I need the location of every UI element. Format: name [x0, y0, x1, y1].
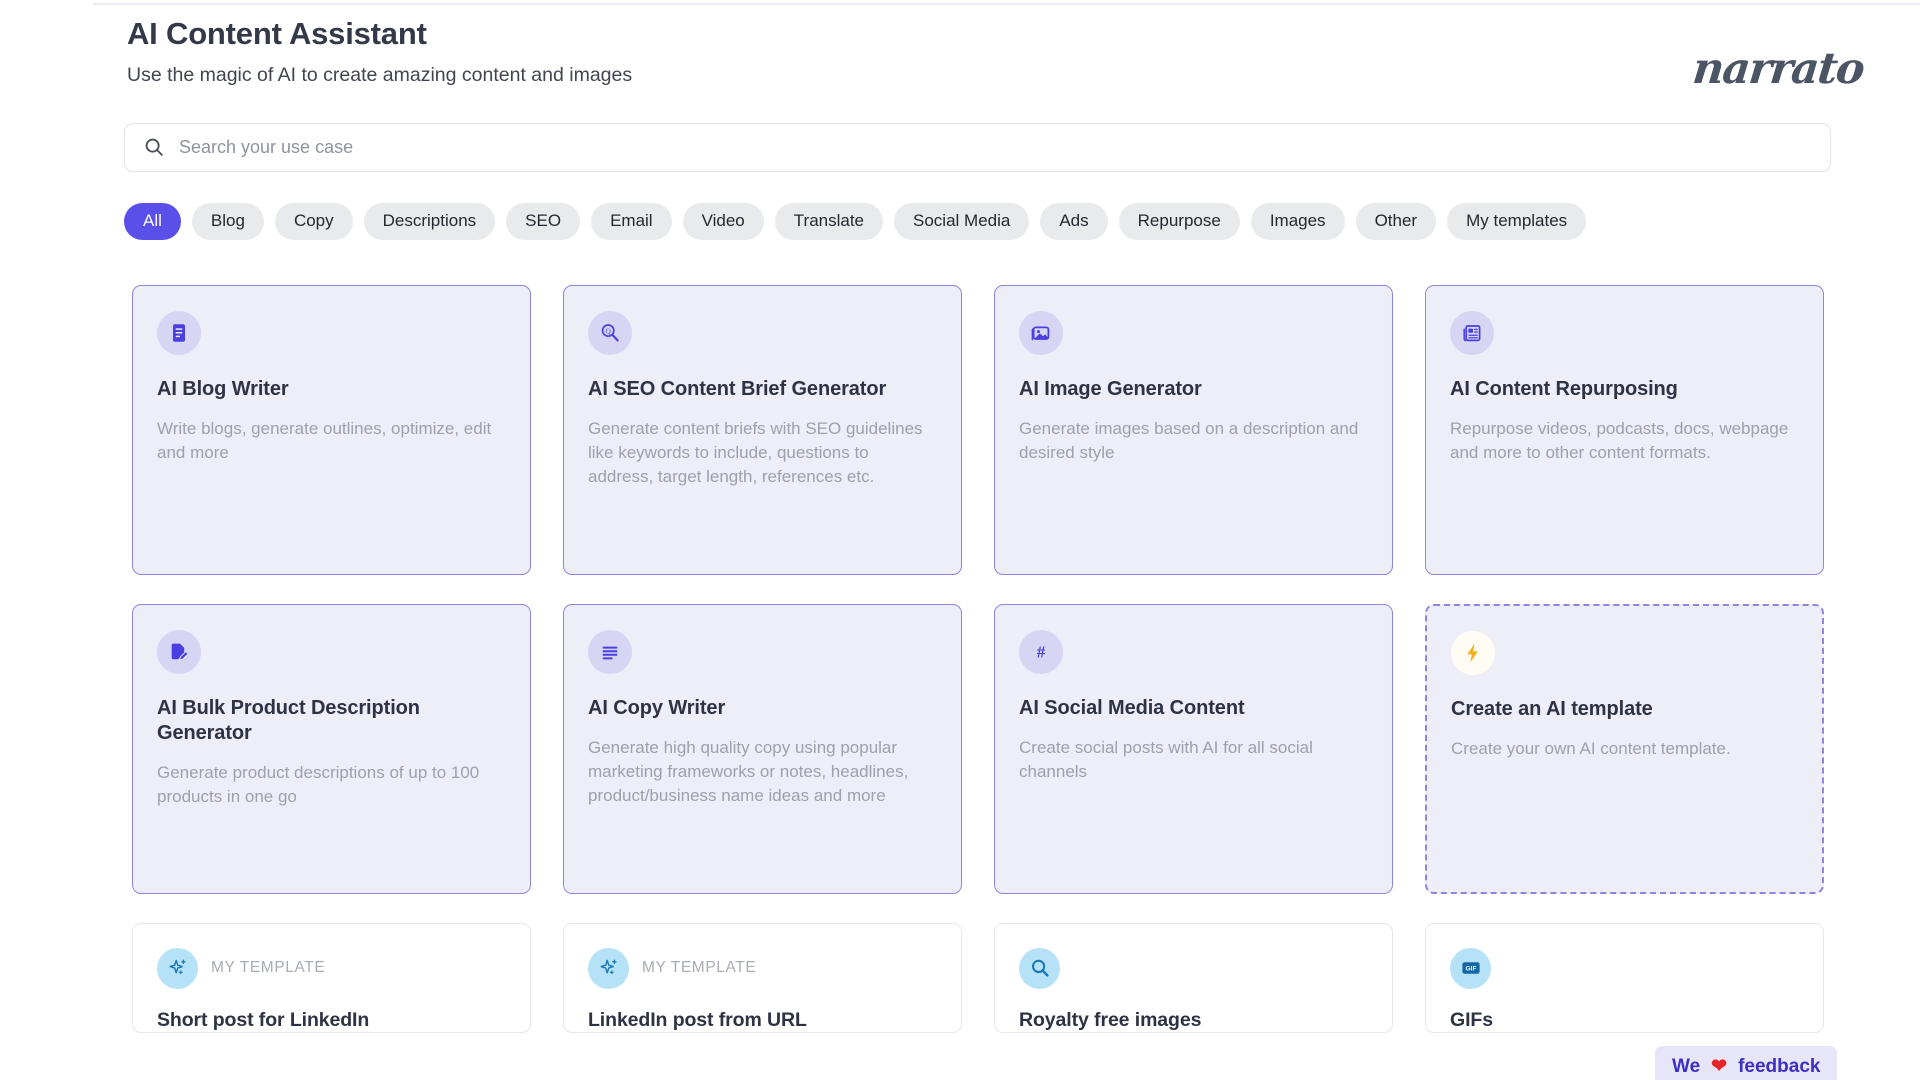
- my-template-card[interactable]: GIF GIFs: [1425, 922, 1824, 1033]
- filter-chip-blog[interactable]: Blog: [191, 202, 264, 240]
- filter-chip-translate[interactable]: Translate: [774, 202, 884, 240]
- filter-chip-seo[interactable]: SEO: [506, 202, 581, 240]
- card-title: AI Content Repurposing: [1450, 377, 1678, 400]
- filter-chip-video[interactable]: Video: [682, 202, 764, 240]
- my-template-badge: MY TEMPLATE: [211, 959, 326, 977]
- heart-icon: ❤: [1711, 1056, 1728, 1077]
- filter-chip-label: Copy: [293, 211, 334, 231]
- card-title: AI Bulk Product Description Generator: [157, 696, 420, 744]
- filter-chip-label: Blog: [210, 211, 245, 231]
- page-content: AI Content Assistant Use the magic of AI…: [0, 0, 1920, 1033]
- card-description: Create your own AI content template.: [1451, 738, 1731, 758]
- card-description: Generate content briefs with SEO guideli…: [588, 418, 923, 486]
- app-root: AI Content Assistant Use the magic of AI…: [0, 0, 1920, 1080]
- search-icon: [143, 136, 165, 158]
- filter-chip-label: SEO: [525, 211, 562, 231]
- feedback-button[interactable]: We ❤ feedback: [1655, 1046, 1838, 1080]
- feedback-prefix: We: [1672, 1055, 1701, 1077]
- filter-chip-label: Ads: [1059, 211, 1089, 231]
- lightning-bolt-icon: [1451, 630, 1495, 675]
- newspaper-icon: [1450, 310, 1494, 355]
- card-title: AI Image Generator: [1019, 377, 1202, 400]
- search-circle-icon: [1019, 947, 1060, 989]
- use-case-card[interactable]: AI Content Repurposing Repurpose videos, …: [1425, 284, 1824, 575]
- image-icon: [1019, 310, 1063, 355]
- hashtag-icon: #: [1019, 629, 1063, 674]
- use-case-card[interactable]: AI Copy Writer Generate high quality copy…: [563, 603, 962, 894]
- filter-chip-ads[interactable]: Ads: [1040, 202, 1108, 240]
- template-card-grid: AI Blog Writer Write blogs, generate outl…: [132, 284, 1824, 894]
- filter-chip-my-templates[interactable]: My templates: [1447, 202, 1587, 240]
- card-description: Create social posts with AI for all soci…: [1019, 737, 1313, 781]
- text-lines-icon: [588, 629, 632, 674]
- use-case-card[interactable]: AI Bulk Product Description Generator Gen…: [132, 603, 531, 894]
- my-template-card-grid: MY TEMPLATE Short post for LinkedIn MY TEM…: [132, 922, 1824, 1033]
- filter-chip-email[interactable]: Email: [591, 202, 672, 240]
- svg-text:Q: Q: [606, 326, 612, 335]
- filter-chip-label: Social Media: [913, 211, 1011, 231]
- filter-chip-label: All: [143, 211, 162, 231]
- card-header: [1019, 947, 1368, 989]
- use-case-card[interactable]: Create an AI template Create your own AI …: [1425, 603, 1824, 894]
- filter-chip-label: Repurpose: [1137, 211, 1221, 231]
- use-case-card[interactable]: AI Blog Writer Write blogs, generate outl…: [132, 284, 531, 575]
- filter-chip-descriptions[interactable]: Descriptions: [363, 202, 496, 240]
- card-title: AI Copy Writer: [588, 696, 726, 719]
- filter-chip-social-media[interactable]: Social Media: [894, 202, 1030, 240]
- my-template-badge: MY TEMPLATE: [642, 959, 757, 977]
- card-description: Repurpose videos, podcasts, docs, webpag…: [1450, 418, 1789, 462]
- feedback-suffix: feedback: [1738, 1055, 1821, 1077]
- use-case-card[interactable]: AI Image Generator Generate images based …: [994, 284, 1393, 575]
- filter-chip-repurpose[interactable]: Repurpose: [1118, 202, 1240, 240]
- filter-chip-label: Descriptions: [382, 211, 477, 231]
- magnifier-q-icon: Q: [588, 310, 632, 355]
- filter-chip-label: My templates: [1466, 211, 1568, 231]
- filter-chip-label: Email: [610, 211, 653, 231]
- page-subtitle: Use the magic of AI to create amazing co…: [127, 64, 633, 87]
- page-title: AI Content Assistant: [127, 16, 427, 51]
- filter-chip-label: Translate: [793, 211, 865, 231]
- filter-chip-label: Images: [1269, 211, 1326, 231]
- card-title: AI SEO Content Brief Generator: [588, 377, 887, 400]
- sparkle-icon: [588, 947, 629, 989]
- filter-chip-label: Other: [1374, 211, 1418, 231]
- gif-icon: GIF: [1450, 947, 1491, 989]
- filter-chip-label: Video: [701, 211, 745, 231]
- sparkle-icon: [157, 947, 198, 989]
- page-header: AI Content Assistant Use the magic of AI…: [0, 0, 1920, 94]
- filter-chip-copy[interactable]: Copy: [274, 202, 353, 240]
- filter-chip-row: All Blog Copy Descriptions SEO Email Video Tran…: [124, 202, 1844, 240]
- document-pencil-icon: [157, 629, 201, 674]
- narrato-logo: narrato: [1690, 44, 1866, 94]
- card-title: AI Blog Writer: [157, 377, 289, 400]
- card-title: GIFs: [1450, 1008, 1493, 1031]
- card-header: MY TEMPLATE: [157, 947, 506, 989]
- my-template-card[interactable]: MY TEMPLATE LinkedIn post from URL: [563, 922, 962, 1033]
- my-template-card[interactable]: Royalty free images: [994, 922, 1393, 1033]
- filter-chip-images[interactable]: Images: [1250, 202, 1345, 240]
- svg-text:GIF: GIF: [1465, 966, 1476, 973]
- svg-text:#: #: [1037, 642, 1046, 661]
- filter-chip-other[interactable]: Other: [1355, 202, 1437, 240]
- search-bar[interactable]: [124, 122, 1831, 172]
- card-title: Create an AI template: [1451, 697, 1653, 720]
- card-title: Royalty free images: [1019, 1008, 1202, 1031]
- card-header: GIF: [1450, 947, 1799, 989]
- card-title: AI Social Media Content: [1019, 696, 1245, 719]
- card-description: Write blogs, generate outlines, optimize…: [157, 418, 492, 462]
- use-case-card[interactable]: # AI Social Media Content Create social po…: [994, 603, 1393, 894]
- card-header: MY TEMPLATE: [588, 947, 937, 989]
- my-template-card[interactable]: MY TEMPLATE Short post for LinkedIn: [132, 922, 531, 1033]
- card-description: Generate high quality copy using popular…: [588, 737, 909, 805]
- card-title: Short post for LinkedIn: [157, 1008, 370, 1031]
- filter-chip-all[interactable]: All: [124, 202, 181, 240]
- search-input[interactable]: [179, 136, 1812, 158]
- card-description: Generate product descriptions of up to 1…: [157, 762, 480, 806]
- use-case-card[interactable]: Q AI SEO Content Brief Generator Generate …: [563, 284, 962, 575]
- card-title: LinkedIn post from URL: [588, 1008, 807, 1031]
- document-lines-icon: [157, 310, 201, 355]
- card-description: Generate images based on a description a…: [1019, 418, 1359, 462]
